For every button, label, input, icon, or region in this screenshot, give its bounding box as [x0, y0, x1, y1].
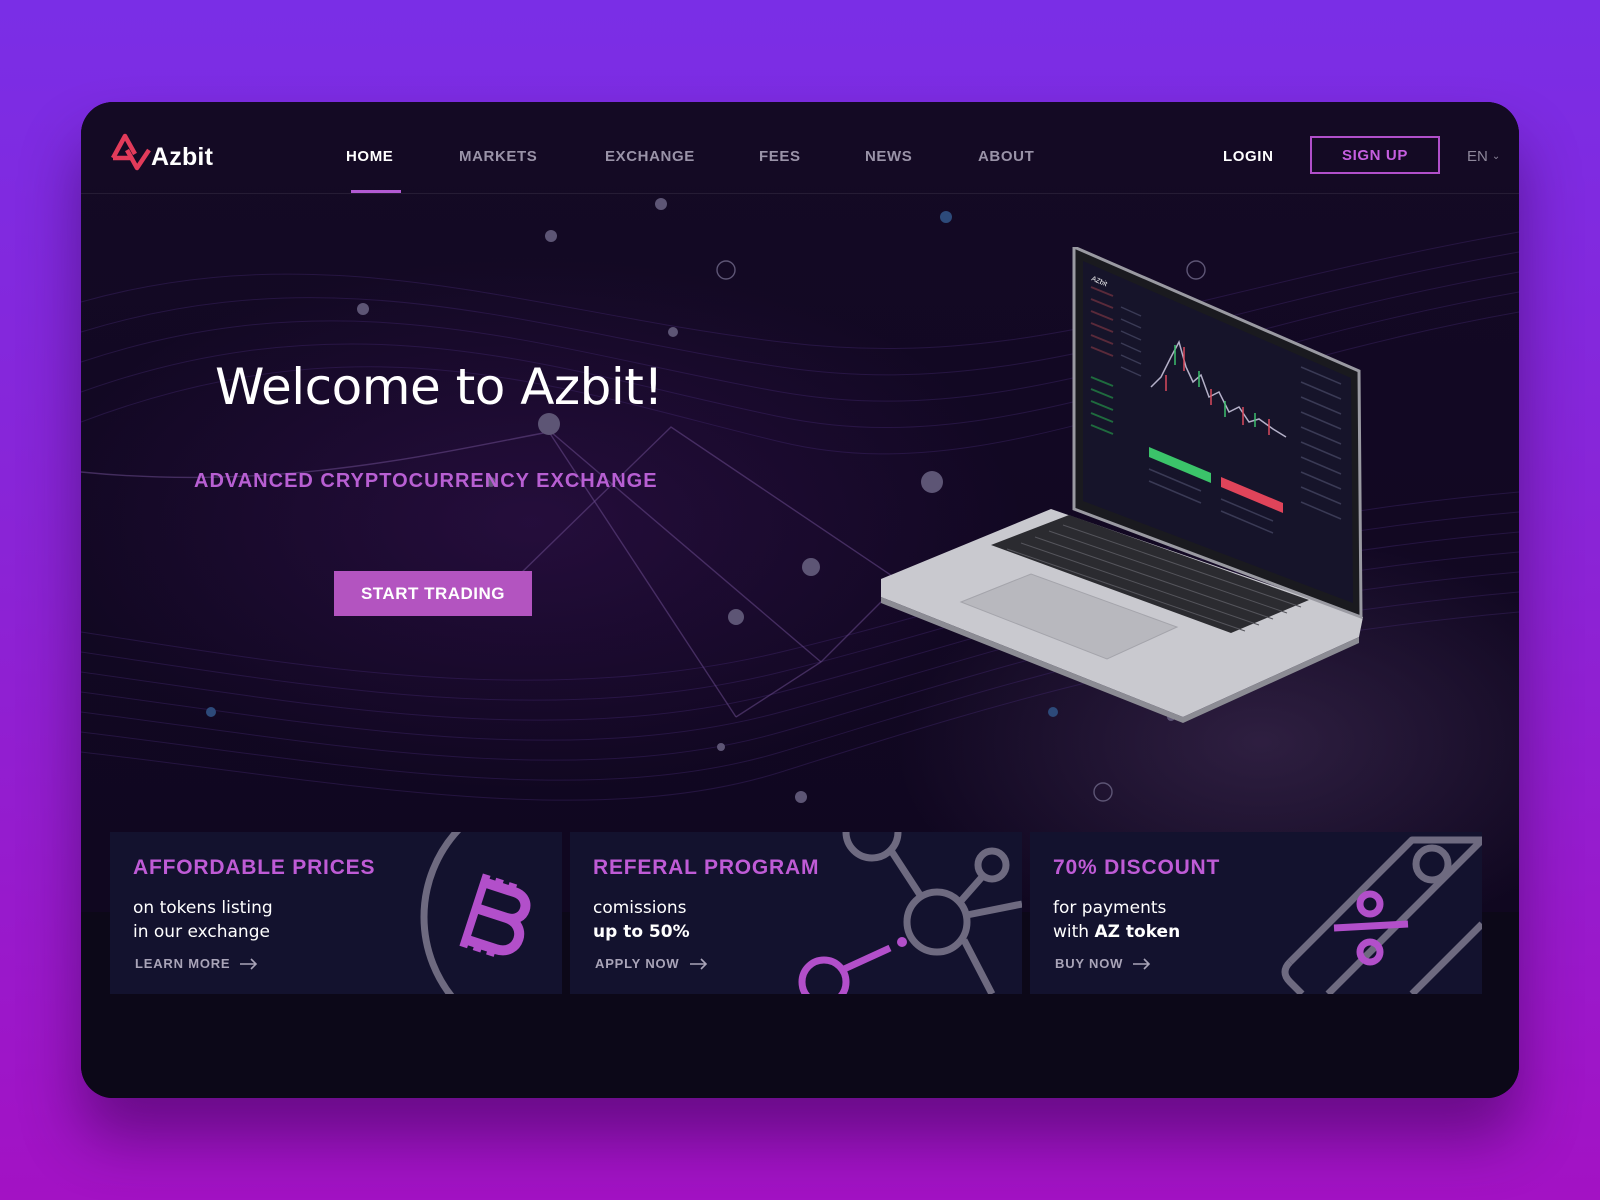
card-text-line1: on tokens listing: [133, 898, 273, 918]
buy-now-link[interactable]: BUY NOW: [1055, 956, 1151, 971]
card-title: 70% DISCOUNT: [1053, 856, 1221, 879]
arrow-right-icon: [1133, 957, 1151, 970]
bitcoin-icon: [420, 832, 531, 994]
azbit-logo-icon: [111, 133, 151, 171]
brand-name: Azbit: [151, 143, 214, 171]
nav-markets[interactable]: MARKETS: [459, 148, 537, 165]
card-text-line2: with AZ token: [1053, 922, 1180, 942]
card-text-line2: up to 50%: [593, 922, 690, 942]
card-text-line1: for payments: [1053, 898, 1167, 918]
learn-more-link[interactable]: LEARN MORE: [135, 956, 258, 971]
percent-card-icon: [1281, 836, 1482, 994]
nav-fees[interactable]: FEES: [759, 148, 801, 165]
language-selector[interactable]: EN ⌄: [1467, 148, 1500, 165]
card-title: REFERAL PROGRAM: [593, 856, 820, 879]
login-link[interactable]: LOGIN: [1223, 148, 1274, 165]
card-link-label: BUY NOW: [1055, 956, 1124, 971]
browser-window: Azbit HOME MARKETS EXCHANGE FEES NEWS AB…: [81, 102, 1519, 1098]
card-text-bold: up to 50%: [593, 922, 690, 942]
nav-home[interactable]: HOME: [346, 148, 393, 165]
arrow-right-icon: [689, 957, 707, 970]
arrow-right-icon: [240, 957, 258, 970]
hero-subtitle: ADVANCED CRYPTOCURRENCY EXCHANGE: [194, 470, 658, 492]
language-label: EN: [1467, 148, 1488, 165]
nav-active-indicator: [351, 190, 401, 193]
chevron-down-icon: ⌄: [1491, 151, 1501, 162]
card-text-prefix: with: [1053, 922, 1095, 942]
card-text-line1: comissions: [593, 898, 687, 918]
hero-title: Welcome to Azbit!: [215, 358, 663, 416]
feature-card-referral[interactable]: REFERAL PROGRAM comissions up to 50% APP…: [570, 832, 1022, 994]
top-navbar: Azbit HOME MARKETS EXCHANGE FEES NEWS AB…: [81, 102, 1519, 194]
laptop-illustration: AZbit: [881, 247, 1363, 723]
card-title: AFFORDABLE PRICES: [133, 856, 376, 879]
feature-card-affordable[interactable]: AFFORDABLE PRICES on tokens listing in o…: [110, 832, 562, 994]
brand-logo[interactable]: Azbit: [111, 132, 213, 172]
nav-about[interactable]: ABOUT: [978, 148, 1034, 165]
card-text-bold: AZ token: [1094, 922, 1181, 942]
apply-now-link[interactable]: APPLY NOW: [595, 956, 708, 971]
nav-news[interactable]: NEWS: [865, 148, 912, 165]
network-nodes-icon: [798, 832, 1022, 994]
card-text-line2: in our exchange: [133, 922, 270, 942]
nav-exchange[interactable]: EXCHANGE: [605, 148, 695, 165]
start-trading-button[interactable]: START TRADING: [334, 571, 532, 616]
signup-button[interactable]: SIGN UP: [1310, 136, 1440, 174]
card-link-label: LEARN MORE: [135, 956, 231, 971]
feature-card-discount[interactable]: 70% DISCOUNT for payments with AZ token …: [1030, 832, 1482, 994]
card-link-label: APPLY NOW: [595, 956, 680, 971]
